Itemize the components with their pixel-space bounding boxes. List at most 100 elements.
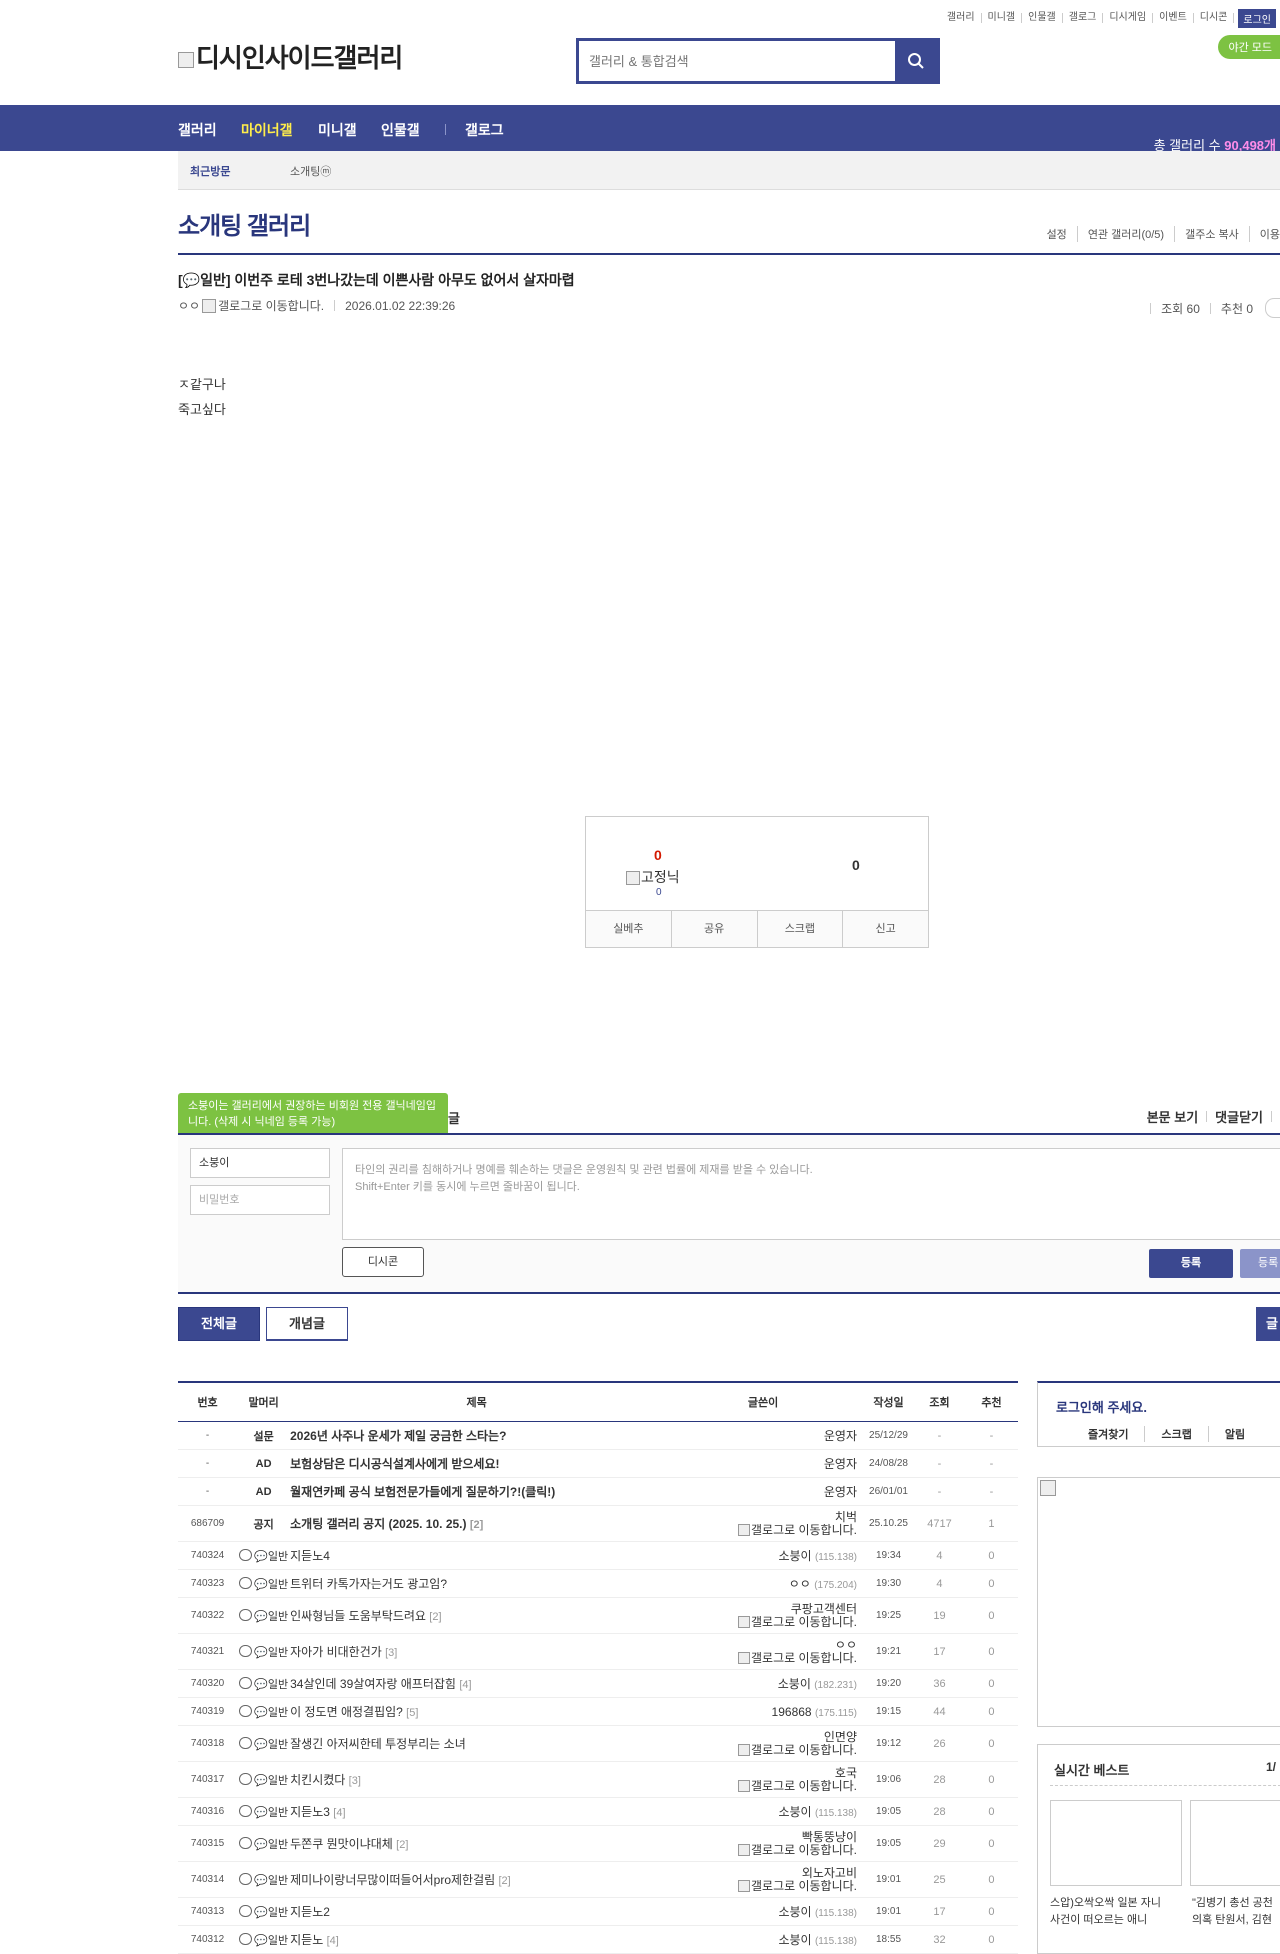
share-button[interactable]: 공유 [672, 911, 758, 947]
scrap-link[interactable]: 스크랩 [1145, 1426, 1209, 1442]
nav-minor-gallery[interactable]: 마이너갤 [241, 120, 293, 140]
login-prompt[interactable]: 로그인해 주세요. [1056, 1397, 1147, 1416]
post-writer[interactable]: ㅇㅇ 갤로그로 이동합니다. [663, 1633, 864, 1670]
bookmark-link[interactable]: 즐겨찾기 [1088, 1426, 1146, 1442]
nav-gallog[interactable]: 갤로그 [465, 120, 504, 140]
gallog-icon[interactable] [202, 298, 217, 313]
post-title-cell[interactable]: 소개팅 갤러리 공지 (2025. 10. 25.) [2] [290, 1505, 664, 1542]
reply-count[interactable]: [4] [459, 1679, 471, 1691]
post-title-link[interactable]: 자아가 비대한건가 [290, 1645, 382, 1659]
post-title-link[interactable]: 트위터 카톡가자는거도 광고임? [290, 1577, 447, 1591]
writer-nick[interactable]: 소붕이 [778, 1805, 811, 1819]
writer-nick[interactable]: 196868 [772, 1705, 812, 1719]
table-row[interactable]: - AD 월재연카페 공식 보험전문가들에게 질문하기?!(클릭!) 운영자 26/0… [178, 1477, 1018, 1506]
reply-count[interactable]: [5] [406, 1707, 418, 1719]
table-row[interactable]: 740317 💬일반 치킨시켰다 [3] 호국 갤로그로 이동합니다. 19:06 28 0 [178, 1761, 1018, 1798]
upvote-count[interactable]: 0 [654, 847, 662, 863]
nav-person-gallery[interactable]: 인물갤 [381, 120, 420, 140]
post-title-link[interactable]: 34살인데 39살여자랑 애프터잡힘 [290, 1677, 456, 1691]
post-title-cell[interactable]: 트위터 카톡가자는거도 광고임? [290, 1569, 664, 1598]
ad-banner[interactable] [1037, 1477, 1280, 1727]
post-title-link[interactable]: 잘생긴 아저씨한테 투정부리는 소녀 [290, 1737, 466, 1751]
post-title-link[interactable]: 이 정도면 애정결핍임? [290, 1705, 403, 1719]
post-writer[interactable]: 치벅 갤로그로 이동합니다. [663, 1505, 864, 1542]
writer-nick[interactable]: 소붕이 [778, 1549, 811, 1563]
header-subject-tag[interactable]: 말머리 [237, 1382, 291, 1422]
gallog-link[interactable]: 갤로그로 이동합니다. [664, 1523, 857, 1537]
gallog-alt-text[interactable]: 갤로그로 이동합니다. [218, 297, 324, 314]
post-title-cell[interactable]: 지듣노 [4] [290, 1925, 664, 1954]
table-row[interactable]: 740319 💬일반 이 정도면 애정결핍임? [5] 196868 (175.115… [178, 1697, 1018, 1726]
post-writer[interactable]: 인면양 갤로그로 이동합니다. [663, 1725, 864, 1762]
util-link-gallog[interactable]: 갤로그 [1063, 13, 1104, 23]
writer-nick[interactable]: 소붕이 [778, 1677, 811, 1691]
table-row[interactable]: - AD 보험상담은 디시공식설계사에게 받으세요! 운영자 24/08/28- - [178, 1449, 1018, 1478]
gallog-link[interactable]: 갤로그로 이동합니다. [664, 1615, 857, 1629]
post-title-cell[interactable]: 34살인데 39살여자랑 애프터잡힘 [4] [290, 1669, 664, 1698]
util-link-event[interactable]: 이벤트 [1153, 13, 1194, 23]
table-row[interactable]: 740321 💬일반 자아가 비대한건가 [3] ㅇㅇ 갤로그로 이동합니다. 19:21… [178, 1633, 1018, 1670]
post-title-link[interactable]: 지듣노3 [290, 1805, 330, 1819]
post-writer[interactable]: 운영자 [663, 1477, 864, 1506]
table-row[interactable]: 740313 💬일반 지듣노2 소붕이 (115.138) 19:01 17 0 [178, 1897, 1018, 1926]
related-gallery-link[interactable]: 연관 갤러리(0/5) [1078, 226, 1176, 242]
post-writer[interactable]: 소붕이 (115.138) [663, 1897, 864, 1926]
table-row[interactable]: 740315 💬일반 두쫀쿠 뭔맛이냐대체 [2] 빡통뚱냥이 갤로그로 이동합니다. 1… [178, 1825, 1018, 1862]
post-writer[interactable]: 빡통뚱냥이 갤로그로 이동합니다. [663, 1825, 864, 1862]
post-title-link[interactable]: 지듣노2 [290, 1905, 330, 1919]
post-title-link[interactable]: 지듣노 [290, 1933, 323, 1947]
real-best-button[interactable]: 실베추 [586, 911, 672, 947]
gallog-link[interactable]: 갤로그로 이동합니다. [664, 1843, 857, 1857]
post-writer[interactable]: 소붕이 (182.231) [663, 1669, 864, 1698]
gallog-link[interactable]: 갤로그로 이동합니다. [664, 1879, 857, 1893]
register-button[interactable]: 등록 [1149, 1249, 1233, 1278]
best-caption[interactable]: 스압)오싹오싹 일본 자니 사건이 떠오르는 애니 [1050, 1895, 1180, 1929]
post-title-link[interactable]: 제미나이랑너무많이떠들어서pro제한걸림 [290, 1873, 495, 1887]
search-button[interactable] [895, 41, 937, 81]
post-title-link[interactable]: 치킨시켰다 [290, 1773, 345, 1787]
best-thumbnail[interactable] [1050, 1800, 1182, 1886]
tab-concept-posts[interactable]: 개념글 [266, 1307, 348, 1341]
table-row[interactable]: 740316 💬일반 지듣노3 [4] 소붕이 (115.138) 19:05 28 0 [178, 1797, 1018, 1826]
usage-link[interactable]: 이용 [1250, 226, 1280, 242]
recent-visit-label[interactable]: 최근방문 [190, 163, 230, 179]
post-title-cell[interactable]: 지듣노4 [290, 1541, 664, 1570]
util-link-gallery[interactable]: 갤러리 [941, 13, 982, 23]
best-thumbnail[interactable] [1190, 1800, 1280, 1886]
table-row[interactable]: 740324 💬일반 지듣노4 소붕이 (115.138) 19:34 4 0 [178, 1541, 1018, 1570]
table-row[interactable]: 740314 💬일반 제미나이랑너무많이떠들어서pro제한걸림 [2] 외노자고비 갤로… [178, 1861, 1018, 1898]
view-body-link[interactable]: 본문 보기 [1147, 1107, 1198, 1126]
post-title-link[interactable]: 월재연카페 공식 보험전문가들에게 질문하기?!(클릭!) [290, 1485, 555, 1499]
recent-visit-item[interactable]: 소개팅ⓜ [290, 163, 331, 179]
tab-all-posts[interactable]: 전체글 [178, 1307, 260, 1341]
table-row[interactable]: 740318 💬일반 잘생긴 아저씨한테 투정부리는 소녀 인면양 갤로그로 이동합니… [178, 1725, 1018, 1762]
notification-link[interactable]: 알림 [1209, 1426, 1261, 1442]
write-button[interactable]: 글 [1256, 1307, 1280, 1341]
writer-nick[interactable]: 소붕이 [778, 1933, 811, 1947]
reply-count[interactable]: [2] [396, 1839, 408, 1851]
reply-count[interactable]: [4] [333, 1807, 345, 1819]
table-row[interactable]: 740320 💬일반 34살인데 39살여자랑 애프터잡힘 [4] 소붕이 (182.… [178, 1669, 1018, 1698]
util-link-game[interactable]: 디시게임 [1103, 13, 1154, 23]
reply-count[interactable]: [3] [349, 1775, 361, 1787]
reply-count[interactable]: [2] [429, 1611, 441, 1623]
post-title-link[interactable]: 소개팅 갤러리 공지 (2025. 10. 25.) [290, 1517, 466, 1531]
writer-nick[interactable]: 운영자 [824, 1485, 857, 1499]
register-recommend-button[interactable]: 등록 [1240, 1249, 1280, 1278]
writer-nick[interactable]: 운영자 [824, 1457, 857, 1471]
post-author[interactable]: ㅇㅇ [178, 297, 200, 314]
reply-count[interactable]: [3] [385, 1647, 397, 1659]
settings-link[interactable]: 설정 [1037, 226, 1078, 242]
writer-nick[interactable]: 소붕이 [778, 1905, 811, 1919]
util-link-mini[interactable]: 미니갤 [982, 13, 1023, 23]
reply-count[interactable]: [4] [327, 1935, 339, 1947]
header-writer[interactable]: 글쓴이 [663, 1382, 864, 1422]
night-mode-button[interactable]: 야간 모드 [1218, 35, 1280, 59]
gallery-title[interactable]: 소개팅 갤러리 [178, 206, 311, 241]
post-title-cell[interactable]: 지듣노3 [4] [290, 1797, 664, 1826]
dccon-button[interactable]: 디시콘 [342, 1247, 424, 1277]
downvote-count[interactable]: 0 [852, 857, 860, 873]
post-title-cell[interactable]: 두쫀쿠 뭔맛이냐대체 [2] [290, 1825, 664, 1862]
best-caption[interactable]: "김병기 총선 공천 의혹 탄원서, 김현 [1192, 1895, 1280, 1929]
util-link-person[interactable]: 인물갤 [1022, 13, 1063, 23]
